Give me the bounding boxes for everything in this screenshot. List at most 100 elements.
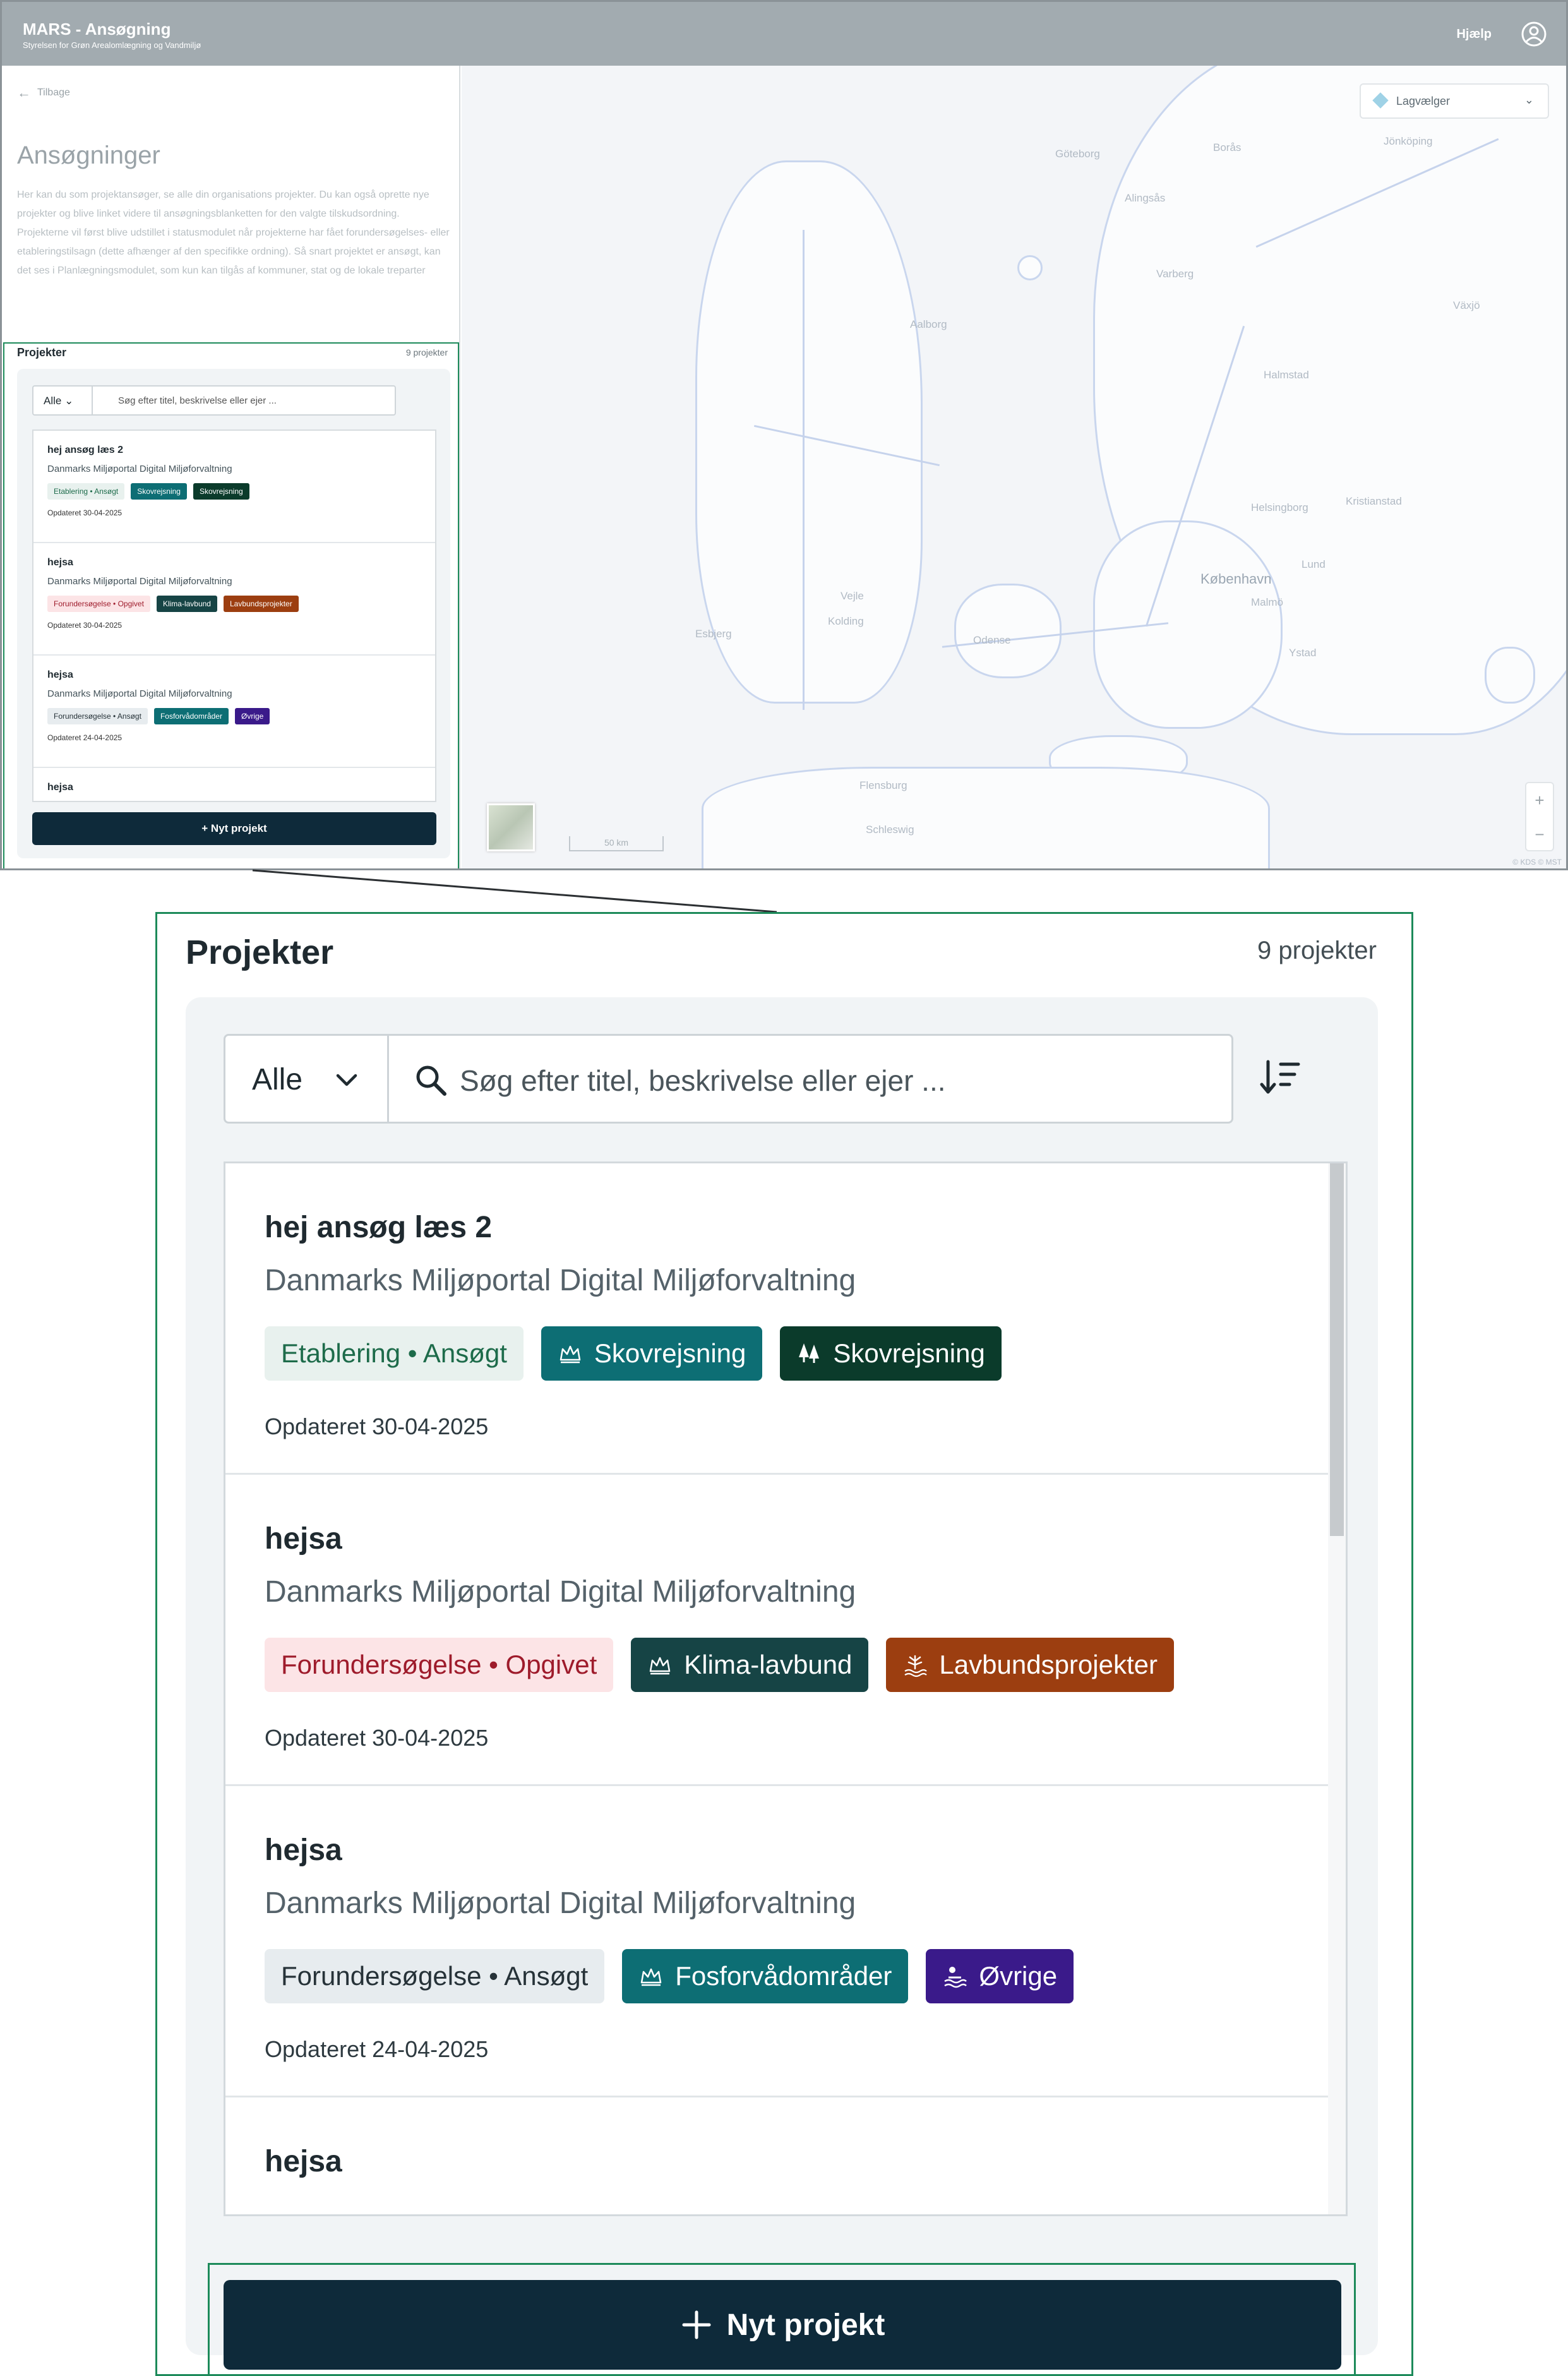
- city-label: Varberg: [1156, 268, 1194, 280]
- new-project-label: Nyt projekt: [726, 2308, 885, 2342]
- scrollbar-thumb[interactable]: [1330, 1163, 1344, 1536]
- item-title: hejsa: [47, 669, 73, 680]
- land-germany: [702, 767, 1270, 868]
- status-label: Forundersøgelse • Opgivet: [281, 1650, 597, 1679]
- search-input-small[interactable]: Søg efter titel, beskrivelse eller ejer …: [92, 385, 396, 416]
- list-item[interactable]: hej ansøg læs 2 Danmarks Miljøportal Dig…: [33, 431, 435, 543]
- filter-value: Alle: [252, 1063, 303, 1096]
- tag-badge: Lavbundsprojekter: [886, 1638, 1174, 1692]
- tag-label: Fosforvådområder: [675, 1961, 892, 1991]
- city-label: Vejle: [841, 590, 864, 602]
- tag-label: Lavbundsprojekter: [939, 1650, 1158, 1679]
- zoom-control: + −: [1525, 782, 1554, 851]
- filter-value-small: Alle: [44, 395, 62, 407]
- item-updated: Opdateret 24-04-2025: [265, 2036, 489, 2062]
- item-title: hejsa: [265, 2145, 342, 2178]
- projects-title: Projekter: [186, 933, 334, 971]
- map-attribution: © KDS © MST: [1512, 858, 1562, 867]
- status-badge: Etablering • Ansøgt: [47, 483, 125, 500]
- back-link[interactable]: ← Tilbage: [17, 85, 70, 101]
- new-project-button-small[interactable]: + Nyt projekt: [32, 812, 436, 845]
- search-input[interactable]: [460, 1059, 1205, 1103]
- tag-badge: Fosforvådområder: [153, 708, 229, 724]
- city-label: Schleswig: [866, 824, 914, 836]
- scrollbar-track[interactable]: [1328, 1163, 1346, 2214]
- status-badge: Etablering • Ansøgt: [265, 1326, 524, 1381]
- list-item[interactable]: hej ansøg læs 2 Danmarks Miljøportal Dig…: [225, 1163, 1328, 1475]
- city-label: Halmstad: [1264, 369, 1309, 381]
- project-list[interactable]: hej ansøg læs 2 Danmarks Miljøportal Dig…: [224, 1161, 1348, 2216]
- city-label: Flensburg: [859, 779, 907, 791]
- item-owner: Danmarks Miljøportal Digital Miljøforval…: [47, 576, 232, 587]
- status-badge: Forundersøgelse • Ansøgt: [265, 1949, 605, 2003]
- app-header: MARS - Ansøgning Styrelsen for Grøn Area…: [2, 2, 1566, 66]
- land-bornholm: [1485, 647, 1535, 704]
- projects-title-small: Projekter: [17, 346, 67, 359]
- city-label: Odense: [973, 634, 1011, 646]
- map-view[interactable]: Göteborg Borås Jönköping Alingsås Varber…: [462, 66, 1566, 868]
- search-icon: [416, 1065, 446, 1096]
- zoom-out-button[interactable]: −: [1526, 817, 1553, 851]
- item-title: hejsa: [265, 1833, 342, 1867]
- list-item[interactable]: hejsa Danmarks Miljøportal Digital Miljø…: [33, 656, 435, 768]
- city-label: Alingsås: [1125, 192, 1166, 204]
- tag-badge: Øvrige: [926, 1949, 1074, 2003]
- tag-badge: Lavbundsprojekter: [223, 596, 299, 612]
- sidebar: ← Tilbage Ansøgninger Her kan du som pro…: [2, 66, 460, 868]
- tag-badge: Skovrejsning: [541, 1326, 763, 1381]
- new-project-button-focus-ring: Nyt projekt: [208, 2263, 1356, 2376]
- tag-badge: Skovrejsning: [131, 483, 187, 500]
- layer-selector[interactable]: Lagvælger ⌄: [1360, 83, 1549, 119]
- list-item[interactable]: hejsa: [33, 768, 435, 801]
- city-label: København: [1200, 571, 1272, 587]
- layer-selector-label: Lagvælger: [1396, 95, 1451, 107]
- new-project-button[interactable]: Nyt projekt: [224, 2280, 1341, 2370]
- basemap-toggle[interactable]: [487, 803, 535, 851]
- page-heading: Ansøgninger: [17, 141, 160, 169]
- tag-badge: Klima-lavbund: [156, 596, 217, 612]
- item-owner: Danmarks Miljøportal Digital Miljøforval…: [47, 464, 232, 474]
- crown-icon: [650, 1657, 671, 1675]
- plus-icon: [682, 2310, 711, 2339]
- city-label: Lund: [1302, 558, 1326, 570]
- projects-box-small: Alle ⌄ Søg efter titel, beskrivelse elle…: [17, 369, 450, 858]
- item-owner: Danmarks Miljøportal Digital Miljøforval…: [265, 1264, 856, 1297]
- list-item[interactable]: hejsa: [225, 2097, 1328, 2214]
- land-funen: [954, 584, 1062, 678]
- tag-badge: Skovrejsning: [193, 483, 249, 500]
- item-title: hejsa: [47, 782, 73, 793]
- help-link[interactable]: Hjælp: [1456, 27, 1492, 42]
- status-badge: Forundersøgelse • Opgivet: [47, 596, 150, 612]
- project-list-small[interactable]: hej ansøg læs 2 Danmarks Miljøportal Dig…: [32, 429, 436, 802]
- item-updated: Opdateret 30-04-2025: [47, 508, 123, 517]
- city-label: Helsingborg: [1251, 501, 1308, 513]
- user-account-icon[interactable]: [1521, 21, 1547, 47]
- zoom-in-button[interactable]: +: [1526, 783, 1553, 817]
- city-label: Växjö: [1453, 299, 1480, 311]
- tag-label: Skovrejsning: [833, 1338, 985, 1368]
- chevron-down-icon: ⌄: [1524, 93, 1534, 106]
- item-updated: Opdateret 30-04-2025: [265, 1413, 489, 1439]
- tag-badge: Skovrejsning: [780, 1326, 1002, 1381]
- tag-badge: Fosforvådområder: [622, 1949, 909, 2003]
- tag-badge: Øvrige: [234, 708, 270, 724]
- tag-label: Øvrige: [979, 1961, 1058, 1991]
- city-label: Kristianstad: [1346, 495, 1402, 507]
- item-owner: Danmarks Miljøportal Digital Miljøforval…: [265, 1575, 856, 1609]
- projects-count: 9 projekter: [1257, 937, 1377, 964]
- list-item[interactable]: hejsa Danmarks Miljøportal Digital Miljø…: [225, 1786, 1328, 2097]
- wetland-plant-icon: [904, 1655, 928, 1677]
- item-title: hejsa: [47, 557, 73, 568]
- arrow-left-icon: ←: [17, 85, 31, 100]
- tag-label: Klima-lavbund: [684, 1650, 853, 1679]
- filter-select-small[interactable]: Alle ⌄: [32, 385, 93, 416]
- status-label: Forundersøgelse • Ansøgt: [281, 1961, 589, 1991]
- status-badge: Forundersøgelse • Opgivet: [265, 1638, 614, 1692]
- list-item[interactable]: hejsa Danmarks Miljøportal Digital Miljø…: [33, 543, 435, 656]
- status-label: Etablering • Ansøgt: [281, 1338, 507, 1368]
- filter-select[interactable]: Alle: [224, 1034, 389, 1124]
- sort-icon[interactable]: [1259, 1055, 1303, 1100]
- road: [803, 230, 805, 710]
- water-waves-icon: [944, 1967, 967, 1988]
- list-item[interactable]: hejsa Danmarks Miljøportal Digital Miljø…: [225, 1475, 1328, 1786]
